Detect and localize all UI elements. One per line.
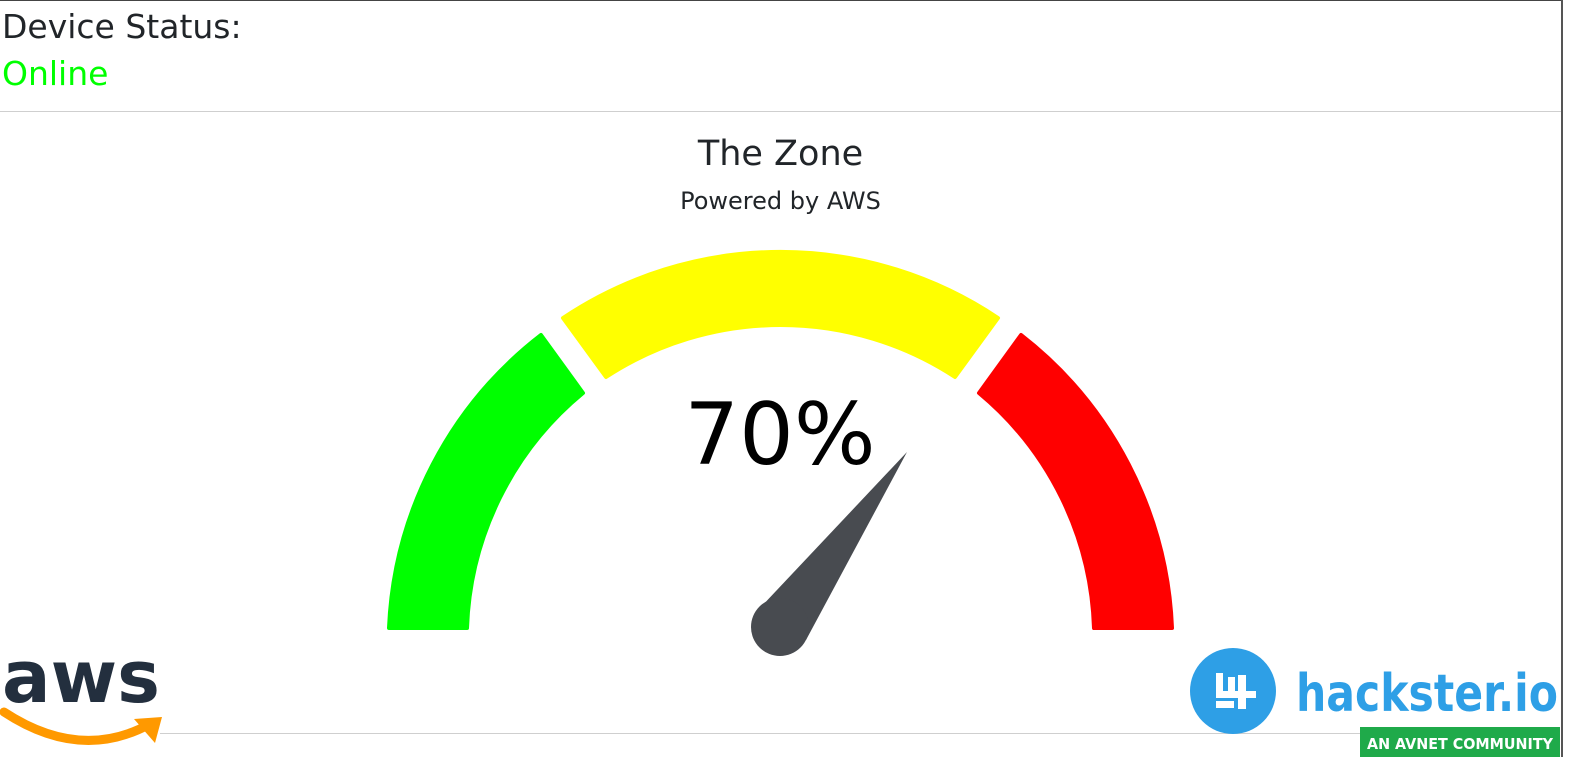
hackster-logo: hackster.io AN AVNET COMMUNITY [1190, 648, 1560, 757]
aws-logo: aws [0, 640, 162, 745]
hackster-tagline: AN AVNET COMMUNITY [1367, 735, 1554, 753]
aws-logo-text: aws [2, 640, 160, 719]
gauge-zone-red [977, 333, 1174, 630]
gauge-chart: 70% [387, 249, 1174, 656]
gauge-value: 70% [684, 385, 875, 485]
gauge-zone-green [387, 333, 585, 630]
gauge-zone-yellow [561, 249, 1000, 379]
hackster-wordmark: hackster.io [1296, 664, 1558, 724]
